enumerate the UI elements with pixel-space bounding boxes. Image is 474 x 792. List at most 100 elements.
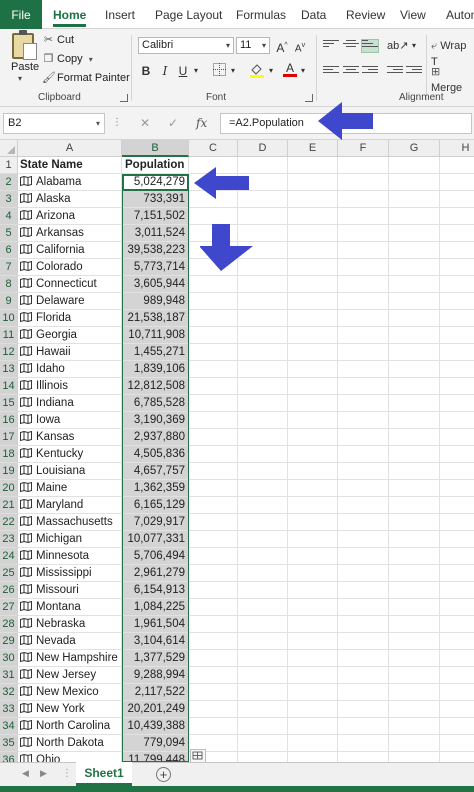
row-header[interactable]: 30 [0,650,18,667]
empty-cell[interactable] [389,684,440,701]
population-cell[interactable]: 3,190,369 [122,412,189,429]
empty-cell[interactable] [238,565,288,582]
empty-cell[interactable] [189,667,238,684]
orientation-icon[interactable]: ab↗ [387,38,408,54]
empty-cell[interactable] [238,735,288,752]
empty-cell[interactable] [440,531,474,548]
empty-cell[interactable] [389,378,440,395]
population-cell[interactable]: 20,201,249 [122,701,189,718]
row-header[interactable]: 2 [0,174,18,191]
empty-cell[interactable] [288,752,338,762]
empty-cell[interactable] [440,548,474,565]
empty-cell[interactable] [338,650,389,667]
empty-cell[interactable] [338,616,389,633]
empty-cell[interactable] [389,225,440,242]
scroll-left-icon[interactable]: ◀ [22,768,29,779]
empty-cell[interactable] [189,242,238,259]
row-header[interactable]: 16 [0,412,18,429]
empty-cell[interactable] [288,259,338,276]
empty-cell[interactable] [288,208,338,225]
empty-cell[interactable] [440,684,474,701]
state-name-cell[interactable]: Idaho [18,361,122,378]
state-name-cell[interactable]: Illinois [18,378,122,395]
empty-cell[interactable] [440,395,474,412]
empty-cell[interactable] [288,446,338,463]
state-name-cell[interactable]: Alaska [18,191,122,208]
empty-cell[interactable] [238,259,288,276]
population-cell[interactable]: 6,154,913 [122,582,189,599]
empty-cell[interactable] [288,684,338,701]
empty-cell[interactable] [338,667,389,684]
column-header-a[interactable]: A [18,140,122,157]
empty-cell[interactable] [440,310,474,327]
empty-cell[interactable] [288,310,338,327]
population-cell[interactable]: 10,711,908 [122,327,189,344]
population-cell[interactable]: 12,812,508 [122,378,189,395]
empty-cell[interactable] [338,208,389,225]
empty-cell[interactable] [338,480,389,497]
population-cell[interactable]: 7,151,502 [122,208,189,225]
empty-cell[interactable] [389,599,440,616]
empty-cell[interactable] [338,752,389,762]
empty-cell[interactable] [440,225,474,242]
empty-cell[interactable] [238,191,288,208]
scroll-right-icon[interactable]: ▶ [40,768,47,779]
empty-cell[interactable] [189,633,238,650]
empty-cell[interactable] [440,616,474,633]
empty-cell[interactable] [238,497,288,514]
empty-cell[interactable] [338,463,389,480]
empty-cell[interactable] [189,514,238,531]
empty-cell[interactable] [189,497,238,514]
empty-cell[interactable] [389,259,440,276]
empty-cell[interactable] [389,395,440,412]
empty-cell[interactable] [238,599,288,616]
empty-cell[interactable] [338,429,389,446]
empty-cell[interactable] [389,446,440,463]
orientation-dropdown-icon[interactable]: ▾ [410,38,418,54]
empty-cell[interactable] [440,701,474,718]
state-name-cell[interactable]: North Dakota [18,735,122,752]
font-color-dropdown-icon[interactable]: ▾ [299,63,307,79]
empty-cell[interactable] [338,412,389,429]
empty-cell[interactable] [288,735,338,752]
empty-cell[interactable] [338,293,389,310]
quick-analysis-button[interactable] [190,749,206,762]
empty-cell[interactable] [288,174,338,191]
population-cell[interactable]: 9,288,994 [122,667,189,684]
empty-cell[interactable] [238,225,288,242]
empty-cell[interactable] [389,650,440,667]
row-header[interactable]: 1 [0,157,18,174]
row-header[interactable]: 8 [0,276,18,293]
population-cell[interactable]: 1,839,106 [122,361,189,378]
empty-cell[interactable] [238,208,288,225]
empty-cell[interactable] [288,429,338,446]
empty-cell[interactable] [389,191,440,208]
row-header[interactable]: 22 [0,514,18,531]
empty-cell[interactable] [238,327,288,344]
population-cell[interactable]: 7,029,917 [122,514,189,531]
empty-cell[interactable] [338,395,389,412]
empty-cell[interactable] [238,429,288,446]
empty-cell[interactable] [440,344,474,361]
empty-cell[interactable] [440,718,474,735]
empty-cell[interactable] [238,378,288,395]
empty-cell[interactable] [389,718,440,735]
empty-cell[interactable] [189,191,238,208]
clipboard-launcher-icon[interactable] [120,94,128,102]
empty-cell[interactable] [440,293,474,310]
empty-cell[interactable] [238,361,288,378]
empty-cell[interactable] [238,616,288,633]
empty-cell[interactable] [389,616,440,633]
population-cell[interactable]: 1,961,504 [122,616,189,633]
empty-cell[interactable] [238,531,288,548]
empty-cell[interactable] [440,463,474,480]
empty-cell[interactable] [238,582,288,599]
state-name-cell[interactable]: California [18,242,122,259]
empty-cell[interactable] [338,599,389,616]
empty-cell[interactable] [238,650,288,667]
decrease-indent-icon[interactable] [387,66,403,78]
align-top-icon[interactable] [323,40,339,52]
increase-indent-icon[interactable] [406,66,422,78]
empty-cell[interactable] [389,361,440,378]
empty-cell[interactable] [189,429,238,446]
